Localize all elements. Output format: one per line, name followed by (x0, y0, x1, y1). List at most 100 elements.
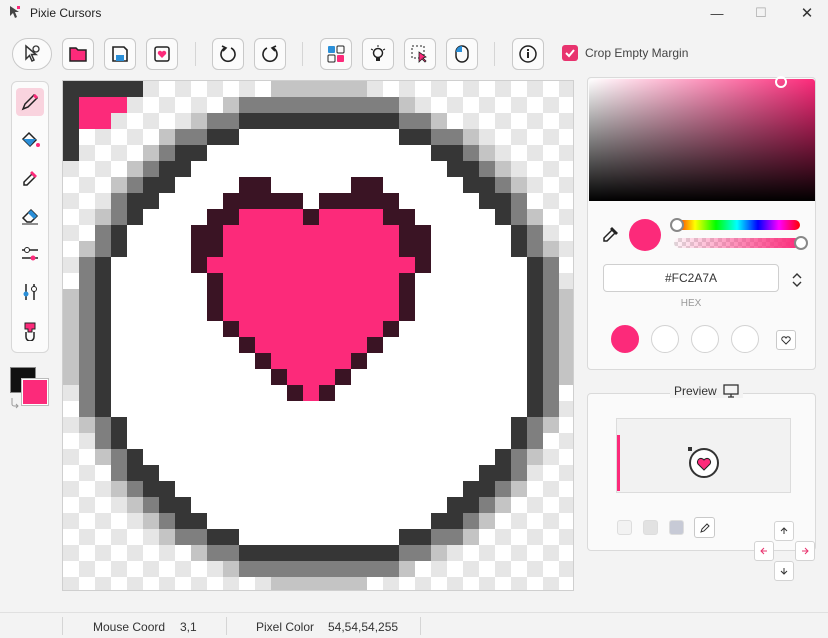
save-heart-button[interactable] (146, 38, 178, 70)
status-divider (420, 617, 421, 635)
mouse-coord-value: 3,1 (180, 620, 197, 634)
pixel-art (63, 81, 573, 590)
preview-label: Preview (674, 384, 717, 398)
toolbar-divider (494, 42, 495, 66)
paint-bucket-icon (21, 131, 40, 148)
nudge-down-button[interactable] (774, 561, 794, 581)
preview-header: Preview (670, 384, 743, 398)
recent-color-swatch[interactable] (691, 325, 719, 353)
templates-button[interactable] (320, 38, 352, 70)
recent-color-swatch[interactable] (611, 325, 639, 353)
brush-icon (21, 93, 39, 111)
window-title: Pixie Cursors (30, 6, 102, 20)
fill-tool[interactable] (16, 126, 44, 154)
crop-checkbox[interactable] (562, 45, 578, 61)
eyedropper-icon[interactable] (601, 224, 621, 244)
tool-palette (11, 81, 49, 353)
sv-handle[interactable] (775, 76, 787, 88)
current-color-preview (629, 219, 661, 251)
crop-empty-margin[interactable]: Crop Empty Margin (562, 45, 688, 61)
pixel-canvas[interactable] (62, 80, 574, 591)
status-bar: Mouse Coord 3,1 Pixel Color 54,54,54,255 (0, 612, 828, 638)
arrow-up-icon (780, 527, 788, 534)
toolbar: Crop Empty Margin (0, 34, 828, 74)
monitor-icon (723, 384, 739, 398)
chevron-up-down-icon[interactable] (791, 272, 803, 288)
preview-accent-bar (617, 435, 620, 491)
color-picker-panel: #FC2A7A HEX (587, 76, 816, 370)
vertical-adjust-tool[interactable] (16, 278, 44, 306)
horizontal-adjust-tool[interactable] (16, 240, 44, 268)
hex-format-label: HEX (680, 298, 702, 309)
floppy-icon (112, 46, 128, 62)
status-divider (62, 617, 63, 635)
alpha-thumb[interactable] (794, 236, 808, 250)
add-favorite-button[interactable] (776, 330, 796, 350)
pixel-color-value: 54,54,54,255 (328, 620, 399, 634)
hue-slider[interactable] (674, 220, 800, 230)
status-divider (226, 617, 227, 635)
recent-color-swatch[interactable] (731, 325, 759, 353)
hue-thumb[interactable] (670, 218, 684, 232)
pointer-select-icon (411, 45, 427, 63)
pencil-icon (699, 522, 710, 533)
cursor-gear-icon (25, 44, 40, 63)
color-swatches (10, 367, 50, 411)
info-icon (519, 45, 537, 63)
mouse-icon (455, 45, 469, 63)
stamp-tool[interactable] (16, 316, 44, 344)
eyedropper-icon (23, 171, 37, 186)
redo-button[interactable] (254, 38, 286, 70)
cursor-settings-button[interactable] (12, 38, 52, 70)
nudge-left-button[interactable] (754, 541, 774, 561)
arrow-right-icon (802, 547, 809, 555)
toolbar-divider (195, 42, 196, 66)
nudge-up-button[interactable] (774, 521, 794, 541)
open-folder-button[interactable] (62, 38, 94, 70)
stamp-icon (24, 322, 36, 341)
hex-input[interactable]: #FC2A7A (603, 264, 779, 292)
grid-icon (327, 45, 345, 63)
heart-save-icon (154, 46, 170, 62)
save-button[interactable] (104, 38, 136, 70)
swap-colors-icon[interactable] (10, 397, 20, 409)
recent-color-swatch[interactable] (651, 325, 679, 353)
maximize-button[interactable]: ☐ (738, 0, 784, 26)
eyedropper-tool[interactable] (16, 164, 44, 192)
preview-bg-light[interactable] (617, 520, 632, 535)
cursor-preview-area (616, 418, 791, 493)
redo-icon (262, 45, 278, 63)
toolbar-divider (302, 42, 303, 66)
checkmark-icon (565, 49, 575, 58)
arrow-down-icon (780, 568, 788, 575)
nudge-right-button[interactable] (795, 541, 815, 561)
light-bulb-icon (370, 45, 386, 61)
heart-icon (781, 336, 791, 345)
crop-label: Crop Empty Margin (585, 46, 689, 60)
undo-icon (220, 45, 236, 63)
preview-bg-blue[interactable] (669, 520, 684, 535)
folder-icon (69, 47, 87, 62)
preview-bg-gray[interactable] (643, 520, 658, 535)
app-icon (10, 6, 20, 18)
cursor-preview-icon (688, 447, 719, 478)
mouse-coord-label: Mouse Coord (93, 620, 166, 634)
mouse-color-button[interactable] (446, 38, 478, 70)
preview-edit-button[interactable] (694, 517, 715, 538)
primary-color-swatch[interactable] (21, 378, 49, 406)
alpha-slider[interactable] (674, 238, 800, 248)
ideas-button[interactable] (362, 38, 394, 70)
slider-horizontal-icon (22, 247, 38, 261)
eraser-tool[interactable] (16, 202, 44, 230)
close-button[interactable]: ✕ (784, 0, 828, 26)
title-bar: Pixie Cursors — ☐ ✕ (0, 0, 828, 26)
pen-tool[interactable] (16, 88, 44, 116)
saturation-value-area[interactable] (589, 76, 815, 201)
pixel-color-label: Pixel Color (256, 620, 315, 634)
undo-button[interactable] (212, 38, 244, 70)
pointer-select-button[interactable] (404, 38, 436, 70)
minimize-button[interactable]: — (694, 0, 740, 26)
info-button[interactable] (512, 38, 544, 70)
slider-vertical-icon (23, 284, 37, 300)
eraser-icon (21, 208, 39, 225)
